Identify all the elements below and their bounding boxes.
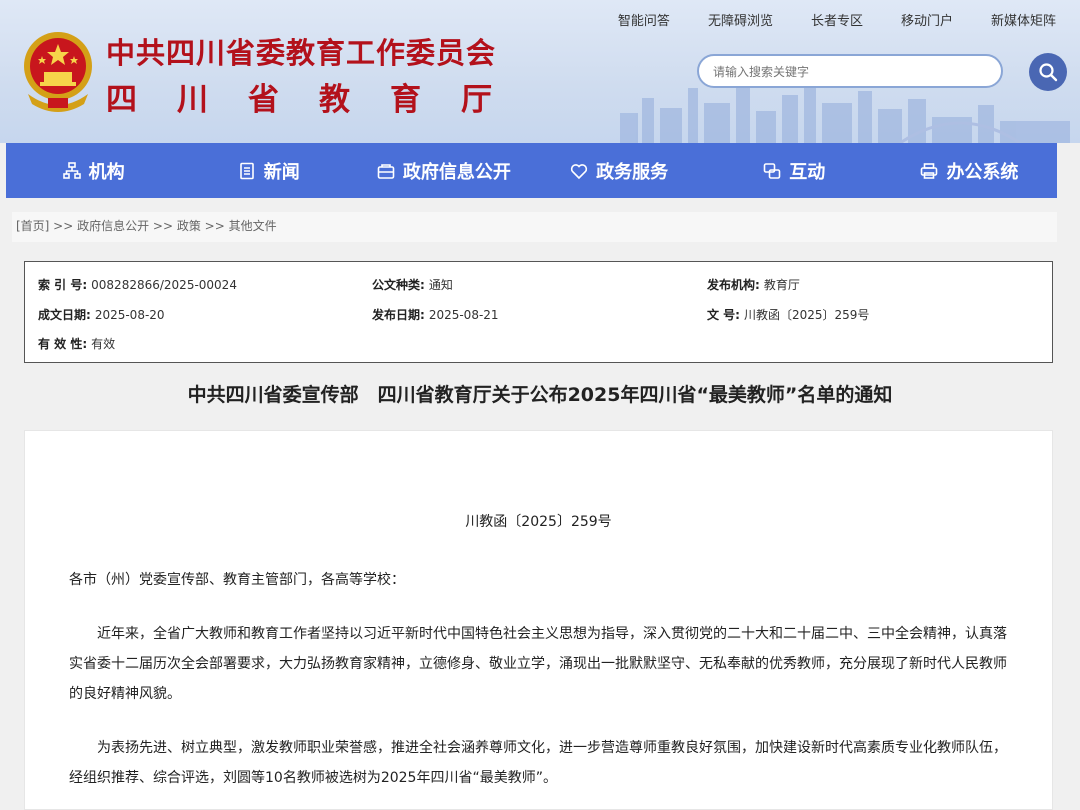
- site-title: 中共四川省委教育工作委员会: [106, 36, 497, 70]
- search-button[interactable]: [1029, 53, 1067, 91]
- meta-value: 教育厅: [763, 278, 800, 292]
- nav-service[interactable]: 政务服务: [532, 143, 707, 198]
- meta-value: 008282866/2025-00024: [91, 278, 237, 292]
- nav-info-open[interactable]: 政府信息公开: [356, 143, 531, 198]
- meta-value: 2025-08-20: [94, 308, 165, 322]
- office-system-icon: [921, 162, 938, 179]
- meta-key: 公文种类:: [372, 278, 425, 292]
- site-subtitle: 四川省教育厅: [106, 82, 532, 118]
- search-box: [697, 54, 1003, 88]
- site-header: 中共四川省委教育工作委员会 四川省教育厅 智能问答 无障碍浏览 长者专区 移动门…: [0, 0, 1080, 143]
- search-input[interactable]: [711, 56, 995, 88]
- top-link-elderly[interactable]: 长者专区: [811, 10, 863, 29]
- service-heart-icon: [570, 163, 588, 179]
- top-link-new-media[interactable]: 新媒体矩阵: [991, 10, 1056, 29]
- nav-interaction[interactable]: 互动: [707, 143, 882, 198]
- interaction-icon: [763, 162, 781, 179]
- document-title: 中共四川省委宣传部 四川省教育厅关于公布2025年四川省“最美教师”名单的通知: [187, 384, 893, 406]
- nav-info-open-label: 政府信息公开: [402, 161, 511, 183]
- nav-news[interactable]: 新闻: [181, 143, 356, 198]
- meta-published-date: 发布日期: 2025-08-21: [372, 306, 499, 323]
- top-link-mobile[interactable]: 移动门户: [901, 10, 953, 29]
- nav-office-label: 办公系统: [946, 161, 1019, 183]
- nav-org[interactable]: 机构: [6, 143, 181, 198]
- document-paragraph: 近年来，全省广大教师和教育工作者坚持以习近平新时代中国特色社会主义思想为指导，深…: [69, 626, 1007, 702]
- nav-interaction-label: 互动: [789, 161, 826, 183]
- org-chart-icon: [62, 161, 81, 179]
- document-number: 川教函〔2025〕259号: [465, 514, 612, 530]
- nav-service-label: 政务服务: [596, 161, 669, 183]
- meta-index-no: 索 引 号: 008282866/2025-00024: [38, 276, 237, 293]
- document-body: 川教函〔2025〕259号 各市（州）党委宣传部、教育主管部门，各高等学校： 近…: [24, 430, 1053, 810]
- info-open-icon: [377, 163, 395, 179]
- breadcrumb[interactable]: [首页] >> 政府信息公开 >> 政策 >> 其他文件: [12, 212, 1057, 242]
- meta-validity: 有 效 性: 有效: [38, 335, 115, 352]
- news-icon: [239, 162, 254, 179]
- meta-value: 川教函〔2025〕259号: [743, 308, 870, 322]
- meta-created-date: 成文日期: 2025-08-20: [38, 306, 165, 323]
- meta-key: 索 引 号:: [38, 278, 88, 292]
- national-emblem-logo: [24, 32, 92, 112]
- meta-key: 发布机构:: [707, 278, 760, 292]
- meta-value: 通知: [428, 278, 453, 292]
- meta-key: 有 效 性:: [38, 337, 88, 351]
- nav-org-label: 机构: [88, 161, 125, 183]
- main-nav: 机构 新闻 政府信息公开 政务服务 互动 办公系统: [6, 143, 1057, 198]
- document-addressee: 各市（州）党委宣传部、教育主管部门，各高等学校：: [69, 572, 405, 588]
- meta-key: 成文日期:: [38, 308, 91, 322]
- meta-doc-type: 公文种类: 通知: [372, 276, 453, 293]
- meta-value: 有效: [91, 337, 116, 351]
- meta-doc-no: 文 号: 川教函〔2025〕259号: [707, 306, 869, 323]
- meta-publisher: 发布机构: 教育厅: [707, 276, 800, 293]
- top-link-accessibility[interactable]: 无障碍浏览: [708, 10, 773, 29]
- meta-key: 发布日期:: [372, 308, 425, 322]
- nav-news-label: 新闻: [263, 161, 300, 183]
- meta-value: 2025-08-21: [428, 308, 499, 322]
- meta-key: 文 号:: [707, 308, 740, 322]
- document-paragraph: 为表扬先进、树立典型，激发教师职业荣誉感，推进全社会涵养尊师文化，进一步营造尊师…: [69, 740, 1007, 786]
- top-links: 智能问答 无障碍浏览 长者专区 移动门户 新媒体矩阵: [580, 10, 1056, 29]
- top-link-smart-qa[interactable]: 智能问答: [618, 10, 670, 29]
- document-meta-table: 索 引 号: 008282866/2025-00024 公文种类: 通知 发布机构:…: [24, 261, 1053, 363]
- nav-office[interactable]: 办公系统: [882, 143, 1057, 198]
- search-icon: [1039, 63, 1058, 82]
